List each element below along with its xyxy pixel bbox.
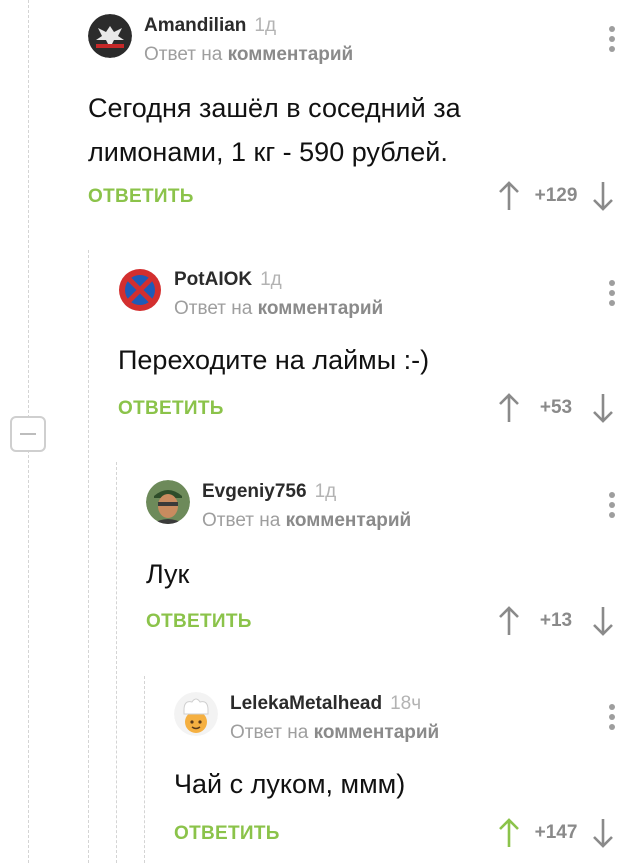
reply-to: Ответ на комментарий: [144, 44, 354, 65]
downvote-arrow-icon[interactable]: [590, 392, 616, 424]
comment: Evgeniy756 1д Ответ на комментарий Лук ОТ…: [146, 480, 616, 650]
downvote-arrow-icon[interactable]: [590, 180, 616, 212]
thread-line-4: [144, 676, 145, 863]
more-options-icon[interactable]: [608, 26, 616, 56]
comment-text-line: Лук: [146, 559, 190, 589]
reply-to: Ответ на комментарий: [230, 722, 440, 743]
no-stopping-sign-avatar[interactable]: [118, 268, 162, 312]
comment-time: 1д: [314, 481, 337, 502]
vote-controls: +13: [496, 605, 616, 637]
comment-text: Переходите на лаймы :-): [118, 338, 429, 382]
username[interactable]: LelekaMetalhead 18ч: [230, 693, 421, 715]
reply-button[interactable]: ОТВЕТИТЬ: [174, 823, 280, 845]
downvote-arrow-icon[interactable]: [590, 817, 616, 849]
reply-to: Ответ на комментарий: [174, 298, 384, 319]
comment-time: 18ч: [390, 693, 422, 714]
thread-line-3: [116, 462, 117, 863]
comment-text-line: лимонами, 1 кг - 590 рублей.: [88, 137, 448, 167]
vote-controls: +147: [496, 817, 616, 849]
reply-to: Ответ на комментарий: [202, 510, 412, 531]
comment: PotAIOK 1д Ответ на комментарий Переходит…: [118, 268, 616, 438]
score: +147: [534, 822, 578, 843]
comment: Amandilian 1д Ответ на комментарий Сегодн…: [88, 14, 616, 224]
more-options-icon[interactable]: [608, 280, 616, 310]
reply-target-link[interactable]: комментарий: [314, 722, 440, 743]
score: +53: [539, 397, 573, 418]
cook-hat-avatar[interactable]: [174, 692, 218, 736]
score: +13: [539, 610, 573, 631]
collapse-thread-button[interactable]: [10, 416, 46, 452]
person-photo-avatar[interactable]: [146, 480, 190, 524]
comment: LelekaMetalhead 18ч Ответ на комментарий …: [174, 692, 616, 862]
username[interactable]: Amandilian 1д: [144, 15, 276, 37]
comment-text: Лук: [146, 552, 189, 596]
eagle-emblem-avatar[interactable]: [88, 14, 132, 58]
upvote-arrow-icon[interactable]: [496, 817, 522, 849]
more-options-icon[interactable]: [608, 492, 616, 522]
comment-time: 1д: [260, 269, 282, 290]
comment-time: 1д: [254, 15, 277, 36]
username[interactable]: PotAIOK 1д: [174, 269, 282, 291]
reply-target-link[interactable]: комментарий: [258, 298, 384, 319]
comment-text-line: Чай с луком, ммм): [174, 769, 406, 799]
vote-controls: +129: [496, 180, 616, 212]
upvote-arrow-icon[interactable]: [496, 392, 522, 424]
upvote-arrow-icon[interactable]: [496, 180, 522, 212]
vote-controls: +53: [496, 392, 616, 424]
comment-text: Чай с луком, ммм): [174, 762, 405, 806]
comment-text-line: Сегодня зашёл в соседний за: [88, 93, 461, 123]
downvote-arrow-icon[interactable]: [590, 605, 616, 637]
upvote-arrow-icon[interactable]: [496, 605, 522, 637]
more-options-icon[interactable]: [608, 704, 616, 734]
reply-button[interactable]: ОТВЕТИТЬ: [118, 398, 224, 420]
reply-button[interactable]: ОТВЕТИТЬ: [88, 186, 194, 208]
username[interactable]: Evgeniy756 1д: [202, 481, 336, 503]
reply-target-link[interactable]: комментарий: [286, 510, 412, 531]
reply-target-link[interactable]: комментарий: [228, 44, 354, 65]
reply-button[interactable]: ОТВЕТИТЬ: [146, 611, 252, 633]
comment-text: Сегодня зашёл в соседний за лимонами, 1 …: [88, 86, 461, 174]
comment-text-line: Переходите на лаймы :-): [118, 345, 430, 375]
thread-line-2: [88, 250, 89, 863]
score: +129: [534, 185, 578, 206]
